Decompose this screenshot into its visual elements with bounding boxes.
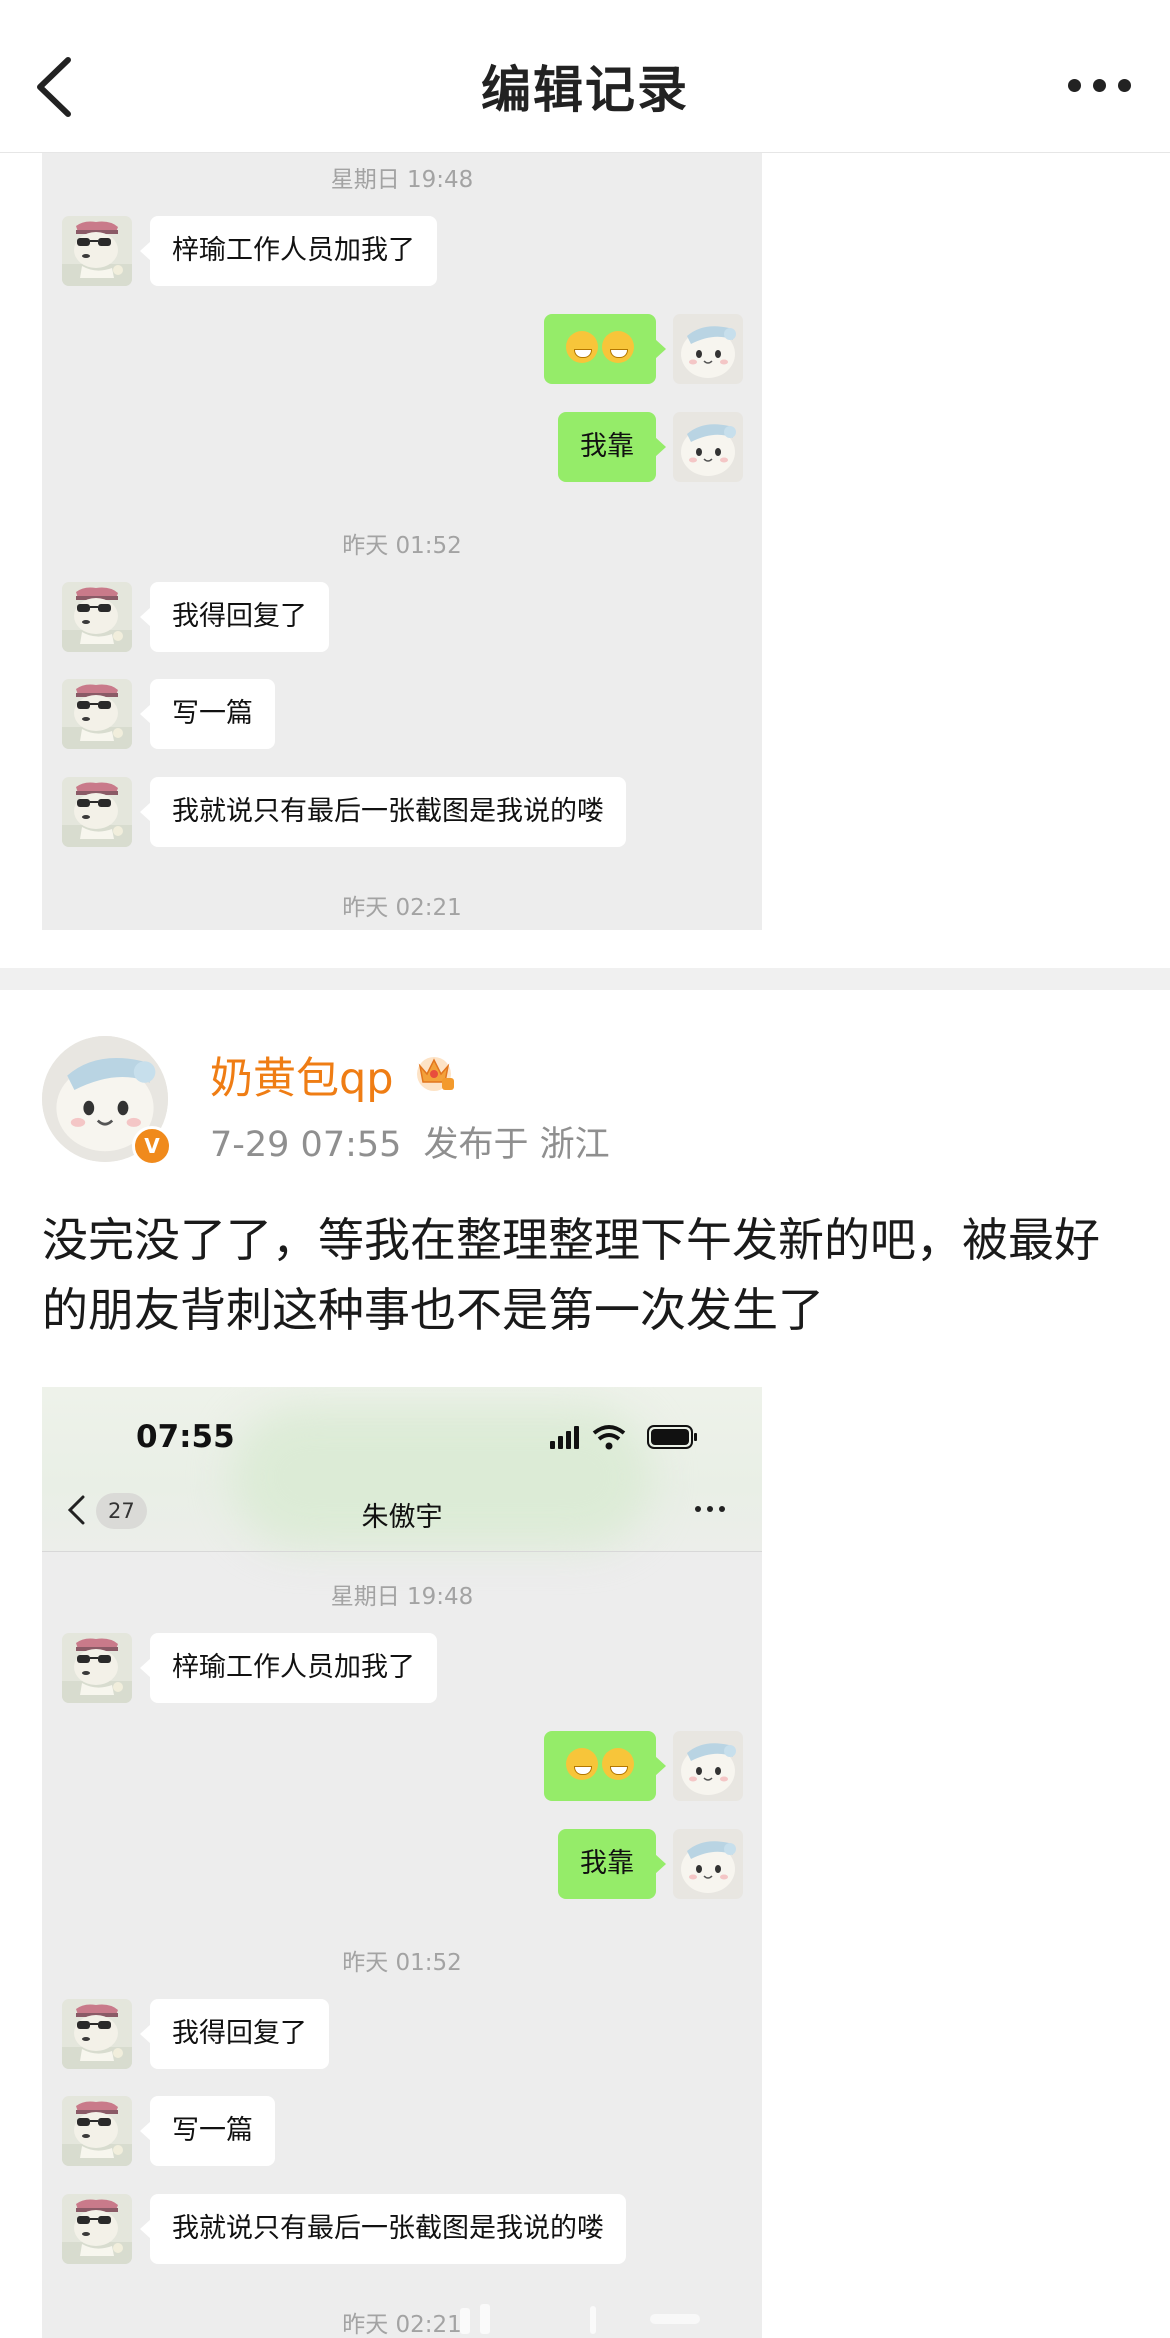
message-row: 梓瑜工作人员加我了 — [42, 1633, 762, 1703]
contact-avatar — [62, 2096, 132, 2166]
message-bubble: 我靠 — [558, 412, 666, 482]
author-name[interactable]: 奶黄包qp — [210, 1044, 394, 1106]
post-meta: 7-29 07:55 发布于 浙江 — [210, 1116, 632, 1167]
grin-emoji-icon — [602, 330, 634, 363]
self-avatar — [673, 412, 743, 482]
message-row: 我就说只有最后一张截图是我说的喽 — [42, 777, 762, 847]
message-row: 我靠 — [42, 412, 762, 482]
author-avatar[interactable]: V — [42, 1036, 172, 1166]
chat-contact-name: 朱傲宇 — [361, 1502, 443, 1533]
chat-time-label: 昨天 01:52 — [342, 1950, 462, 1976]
contact-avatar — [62, 1633, 132, 1703]
message-row — [42, 314, 762, 384]
chat-time-label: 星期日 19:48 — [330, 167, 474, 193]
message-row: 我得回复了 — [42, 1999, 762, 2069]
section-divider — [0, 968, 1170, 990]
grin-emoji-icon — [566, 1747, 598, 1780]
toolbar-ghost-icon — [460, 2304, 700, 2334]
message-row — [42, 1731, 762, 1801]
post-body-text: 没完没了了，等我在整理整理下午发新的吧，被最好的朋友背刺这种事也不是第一次发生了 — [42, 1213, 1100, 1337]
self-avatar — [673, 314, 743, 384]
contact-avatar — [62, 2194, 132, 2264]
grin-emoji-icon — [566, 330, 598, 363]
message-bubble: 我靠 — [558, 1829, 666, 1899]
chat-time-label: 昨天 01:52 — [342, 533, 462, 559]
chat-time-label: 昨天 02:21 — [342, 895, 462, 921]
self-avatar — [673, 1731, 743, 1801]
emoji-message-bubble — [544, 314, 666, 384]
message-row: 我就说只有最后一张截图是我说的喽 — [42, 2194, 762, 2264]
crown-icon — [417, 1057, 454, 1091]
chat-screenshot-top[interactable]: 星期日 19:48 梓瑜工作人员加我了 我靠 昨天 01:52 我得回复了 写一… — [42, 152, 762, 930]
grin-emoji-icon — [602, 1747, 634, 1780]
status-time: 07:55 — [136, 1419, 235, 1455]
message-bubble: 我得回复了 — [140, 1999, 329, 2069]
emoji-message-bubble — [544, 1731, 666, 1801]
message-row: 写一篇 — [42, 2096, 762, 2166]
message-bubble: 写一篇 — [140, 2096, 275, 2166]
signal-icon — [550, 1426, 579, 1449]
page-title: 编辑记录 — [481, 61, 689, 119]
more-dots-icon[interactable] — [692, 1499, 732, 1519]
self-avatar — [673, 1829, 743, 1899]
contact-avatar — [62, 679, 132, 749]
chat-time-label: 星期日 19:48 — [330, 1584, 474, 1610]
contact-avatar — [62, 582, 132, 652]
message-row: 写一篇 — [42, 679, 762, 749]
wifi-icon — [592, 1425, 626, 1450]
message-bubble: 梓瑜工作人员加我了 — [140, 1633, 437, 1703]
more-dots-icon[interactable] — [1062, 66, 1142, 106]
contact-avatar — [62, 1999, 132, 2069]
phone-header: 07:55 27 朱傲宇 — [42, 1387, 762, 1552]
contact-avatar — [62, 777, 132, 847]
message-bubble: 我得回复了 — [140, 582, 329, 652]
message-bubble: 我就说只有最后一张截图是我说的喽 — [140, 777, 626, 847]
top-bar: 编辑记录 — [0, 0, 1170, 153]
message-bubble: 我就说只有最后一张截图是我说的喽 — [140, 2194, 626, 2264]
verified-v-icon: V — [132, 1126, 172, 1166]
post-location: 发布于 浙江 — [423, 1125, 610, 1165]
chat-screenshot-bottom[interactable]: 07:55 27 朱傲宇 星期日 19:48 梓瑜工作人员加我了 我靠 昨天 0… — [42, 1387, 762, 2338]
message-bubble: 写一篇 — [140, 679, 275, 749]
post-date: 7-29 07:55 — [210, 1125, 402, 1165]
status-icons — [550, 1425, 697, 1450]
message-bubble: 梓瑜工作人员加我了 — [140, 216, 437, 286]
message-row: 我得回复了 — [42, 582, 762, 652]
message-row: 我靠 — [42, 1829, 762, 1899]
battery-icon — [647, 1425, 697, 1449]
contact-avatar — [62, 216, 132, 286]
message-row: 梓瑜工作人员加我了 — [42, 216, 762, 286]
